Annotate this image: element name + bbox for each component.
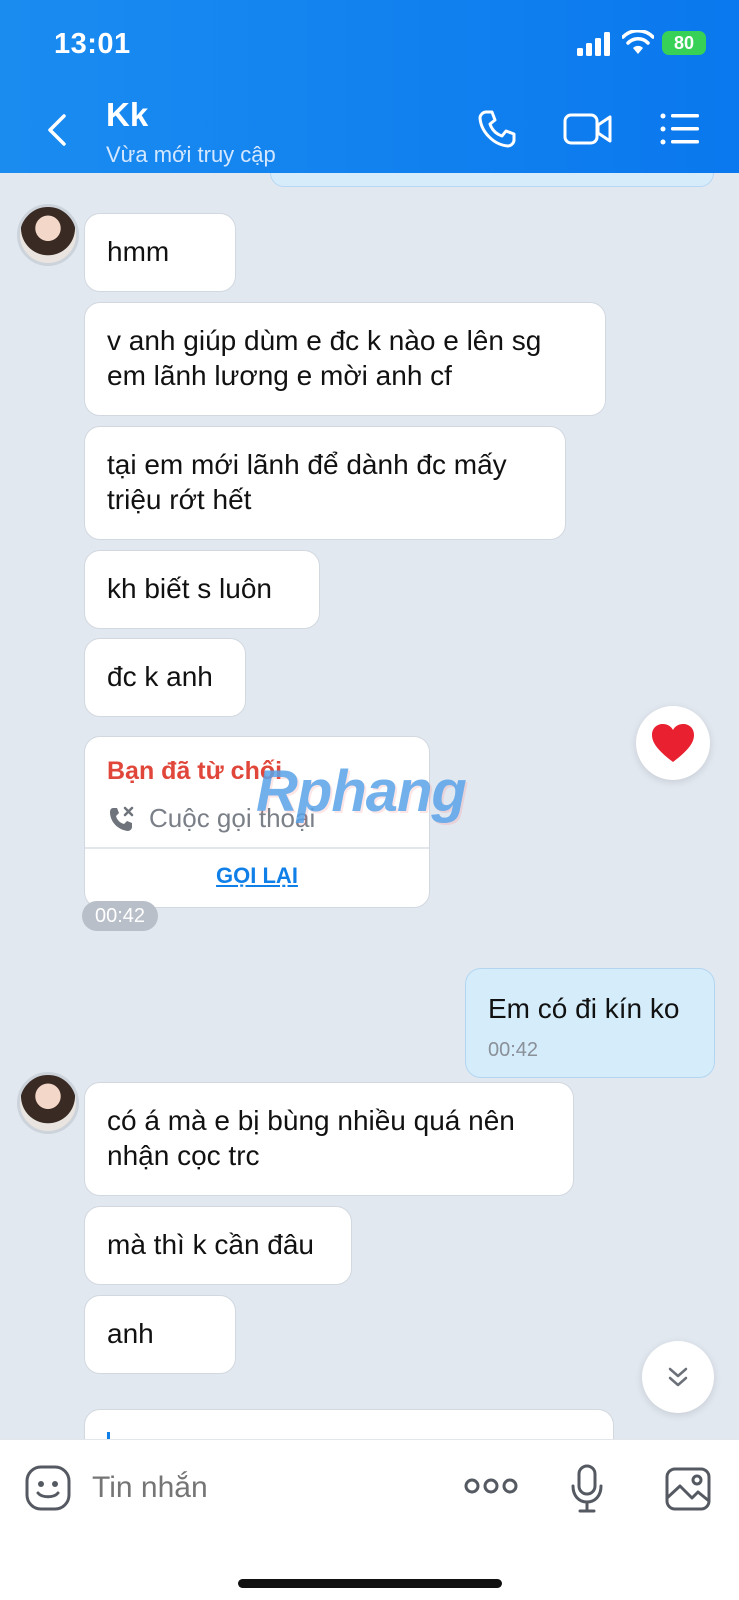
- previous-message-bubble[interactable]: [270, 173, 714, 187]
- message-text: tại em mới lãnh để dành đc mấy triệu rớt…: [107, 449, 507, 515]
- battery-indicator: 80: [662, 31, 706, 55]
- avatar[interactable]: [17, 1072, 79, 1134]
- contact-name[interactable]: Kk: [106, 96, 148, 134]
- message-input[interactable]: [92, 1468, 432, 1508]
- sent-message-bubble[interactable]: Em có đi kín ko 00:42: [465, 968, 715, 1078]
- missed-call-icon: [110, 806, 134, 831]
- divider: [85, 847, 429, 849]
- message-bubble[interactable]: có á mà e bị bùng nhiều quá nên nhận cọc…: [84, 1082, 574, 1196]
- message-timestamp: 00:42: [488, 1039, 539, 1061]
- message-text: anh: [107, 1318, 154, 1349]
- chat-area[interactable]: hmm v anh giúp dùm e đc k nào e lên sg e…: [0, 173, 739, 1439]
- message-composer: [0, 1439, 739, 1600]
- message-bubble[interactable]: tại em mới lãnh để dành đc mấy triệu rớt…: [84, 426, 566, 540]
- message-bubble[interactable]: mà thì k cần đâu: [84, 1206, 352, 1285]
- message-bubble[interactable]: [84, 1409, 614, 1439]
- watermark-logo: Rphang: [256, 759, 467, 824]
- message-text: hmm: [107, 236, 170, 267]
- contact-status: Vừa mới truy cập: [106, 142, 276, 167]
- wifi-icon: [622, 30, 654, 54]
- message-timestamp: 00:42: [82, 901, 158, 931]
- reaction-button[interactable]: [636, 706, 710, 780]
- message-text: mà thì k cần đâu: [107, 1229, 315, 1260]
- message-text: v anh giúp dùm e đc k nào e lên sg em lã…: [107, 325, 542, 391]
- heart-icon: [652, 724, 694, 762]
- message-text: kh biết s luôn: [107, 573, 272, 604]
- double-chevron-down-icon: [668, 1367, 688, 1387]
- menu-list-icon[interactable]: [658, 108, 702, 150]
- message-bubble[interactable]: hmm: [84, 213, 236, 292]
- more-options-icon[interactable]: [464, 1476, 518, 1496]
- message-bubble[interactable]: v anh giúp dùm e đc k nào e lên sg em lã…: [84, 302, 606, 416]
- message-text: Em có đi kín ko: [488, 993, 680, 1024]
- image-picker-icon[interactable]: [664, 1466, 712, 1512]
- sticker-emoji-icon[interactable]: [24, 1464, 72, 1512]
- status-time: 13:01: [54, 28, 131, 60]
- voice-call-icon[interactable]: [476, 108, 518, 150]
- message-bubble[interactable]: kh biết s luôn: [84, 550, 320, 629]
- microphone-icon[interactable]: [570, 1464, 604, 1514]
- message-text: đc k anh: [107, 661, 213, 692]
- back-button[interactable]: [40, 108, 76, 152]
- avatar[interactable]: [17, 204, 79, 266]
- home-indicator[interactable]: [238, 1579, 502, 1588]
- call-again-button[interactable]: GỌI LẠI: [85, 863, 429, 889]
- message-bubble[interactable]: anh: [84, 1295, 236, 1374]
- signal-icon: [577, 32, 610, 56]
- chat-header: 13:01 80 Kk Vừa mới truy cập: [0, 0, 739, 173]
- message-bubble[interactable]: đc k anh: [84, 638, 246, 717]
- video-call-icon[interactable]: [562, 108, 614, 150]
- message-text: có á mà e bị bùng nhiều quá nên nhận cọc…: [107, 1105, 515, 1171]
- scroll-to-bottom-button[interactable]: [642, 1341, 714, 1413]
